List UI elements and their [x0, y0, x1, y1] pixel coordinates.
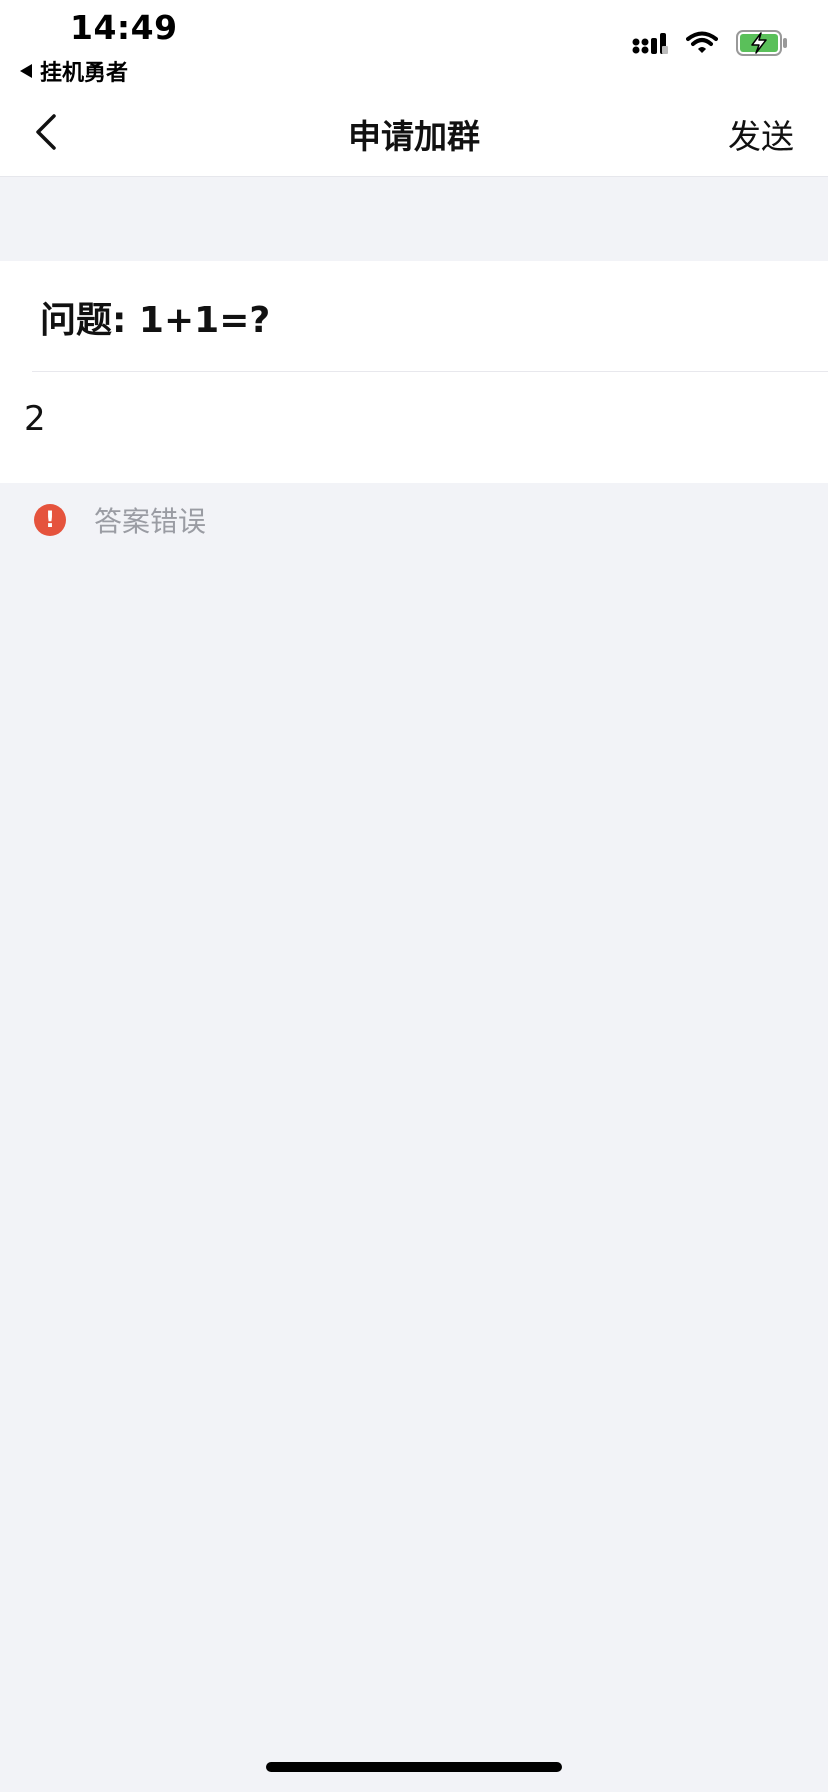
question-card: 问题: 1+1=? — [0, 261, 828, 483]
top-area: 14:49 挂机勇者 申请加群 发送 — [0, 0, 828, 177]
error-message-row: ! 答案错误 — [34, 500, 206, 540]
divider — [32, 371, 828, 372]
nav-bar: 申请加群 发送 — [0, 92, 828, 176]
error-icon: ! — [34, 504, 66, 536]
page-title: 申请加群 — [348, 117, 480, 156]
error-text: 答案错误 — [94, 505, 207, 538]
signal-icon — [632, 33, 668, 54]
status-back-app-label: 挂机勇者 — [40, 61, 129, 86]
battery-charging-icon — [736, 30, 787, 56]
back-triangle-icon — [20, 64, 32, 78]
answer-input[interactable] — [24, 387, 794, 451]
wifi-icon — [686, 31, 718, 53]
question-label: 问题: 1+1=? — [40, 300, 271, 341]
send-button[interactable]: 发送 — [728, 110, 794, 158]
status-time: 14:49 — [70, 8, 178, 47]
status-icons — [632, 30, 788, 56]
status-back-to-app[interactable]: 挂机勇者 — [20, 55, 128, 87]
home-indicator[interactable] — [266, 1762, 562, 1772]
